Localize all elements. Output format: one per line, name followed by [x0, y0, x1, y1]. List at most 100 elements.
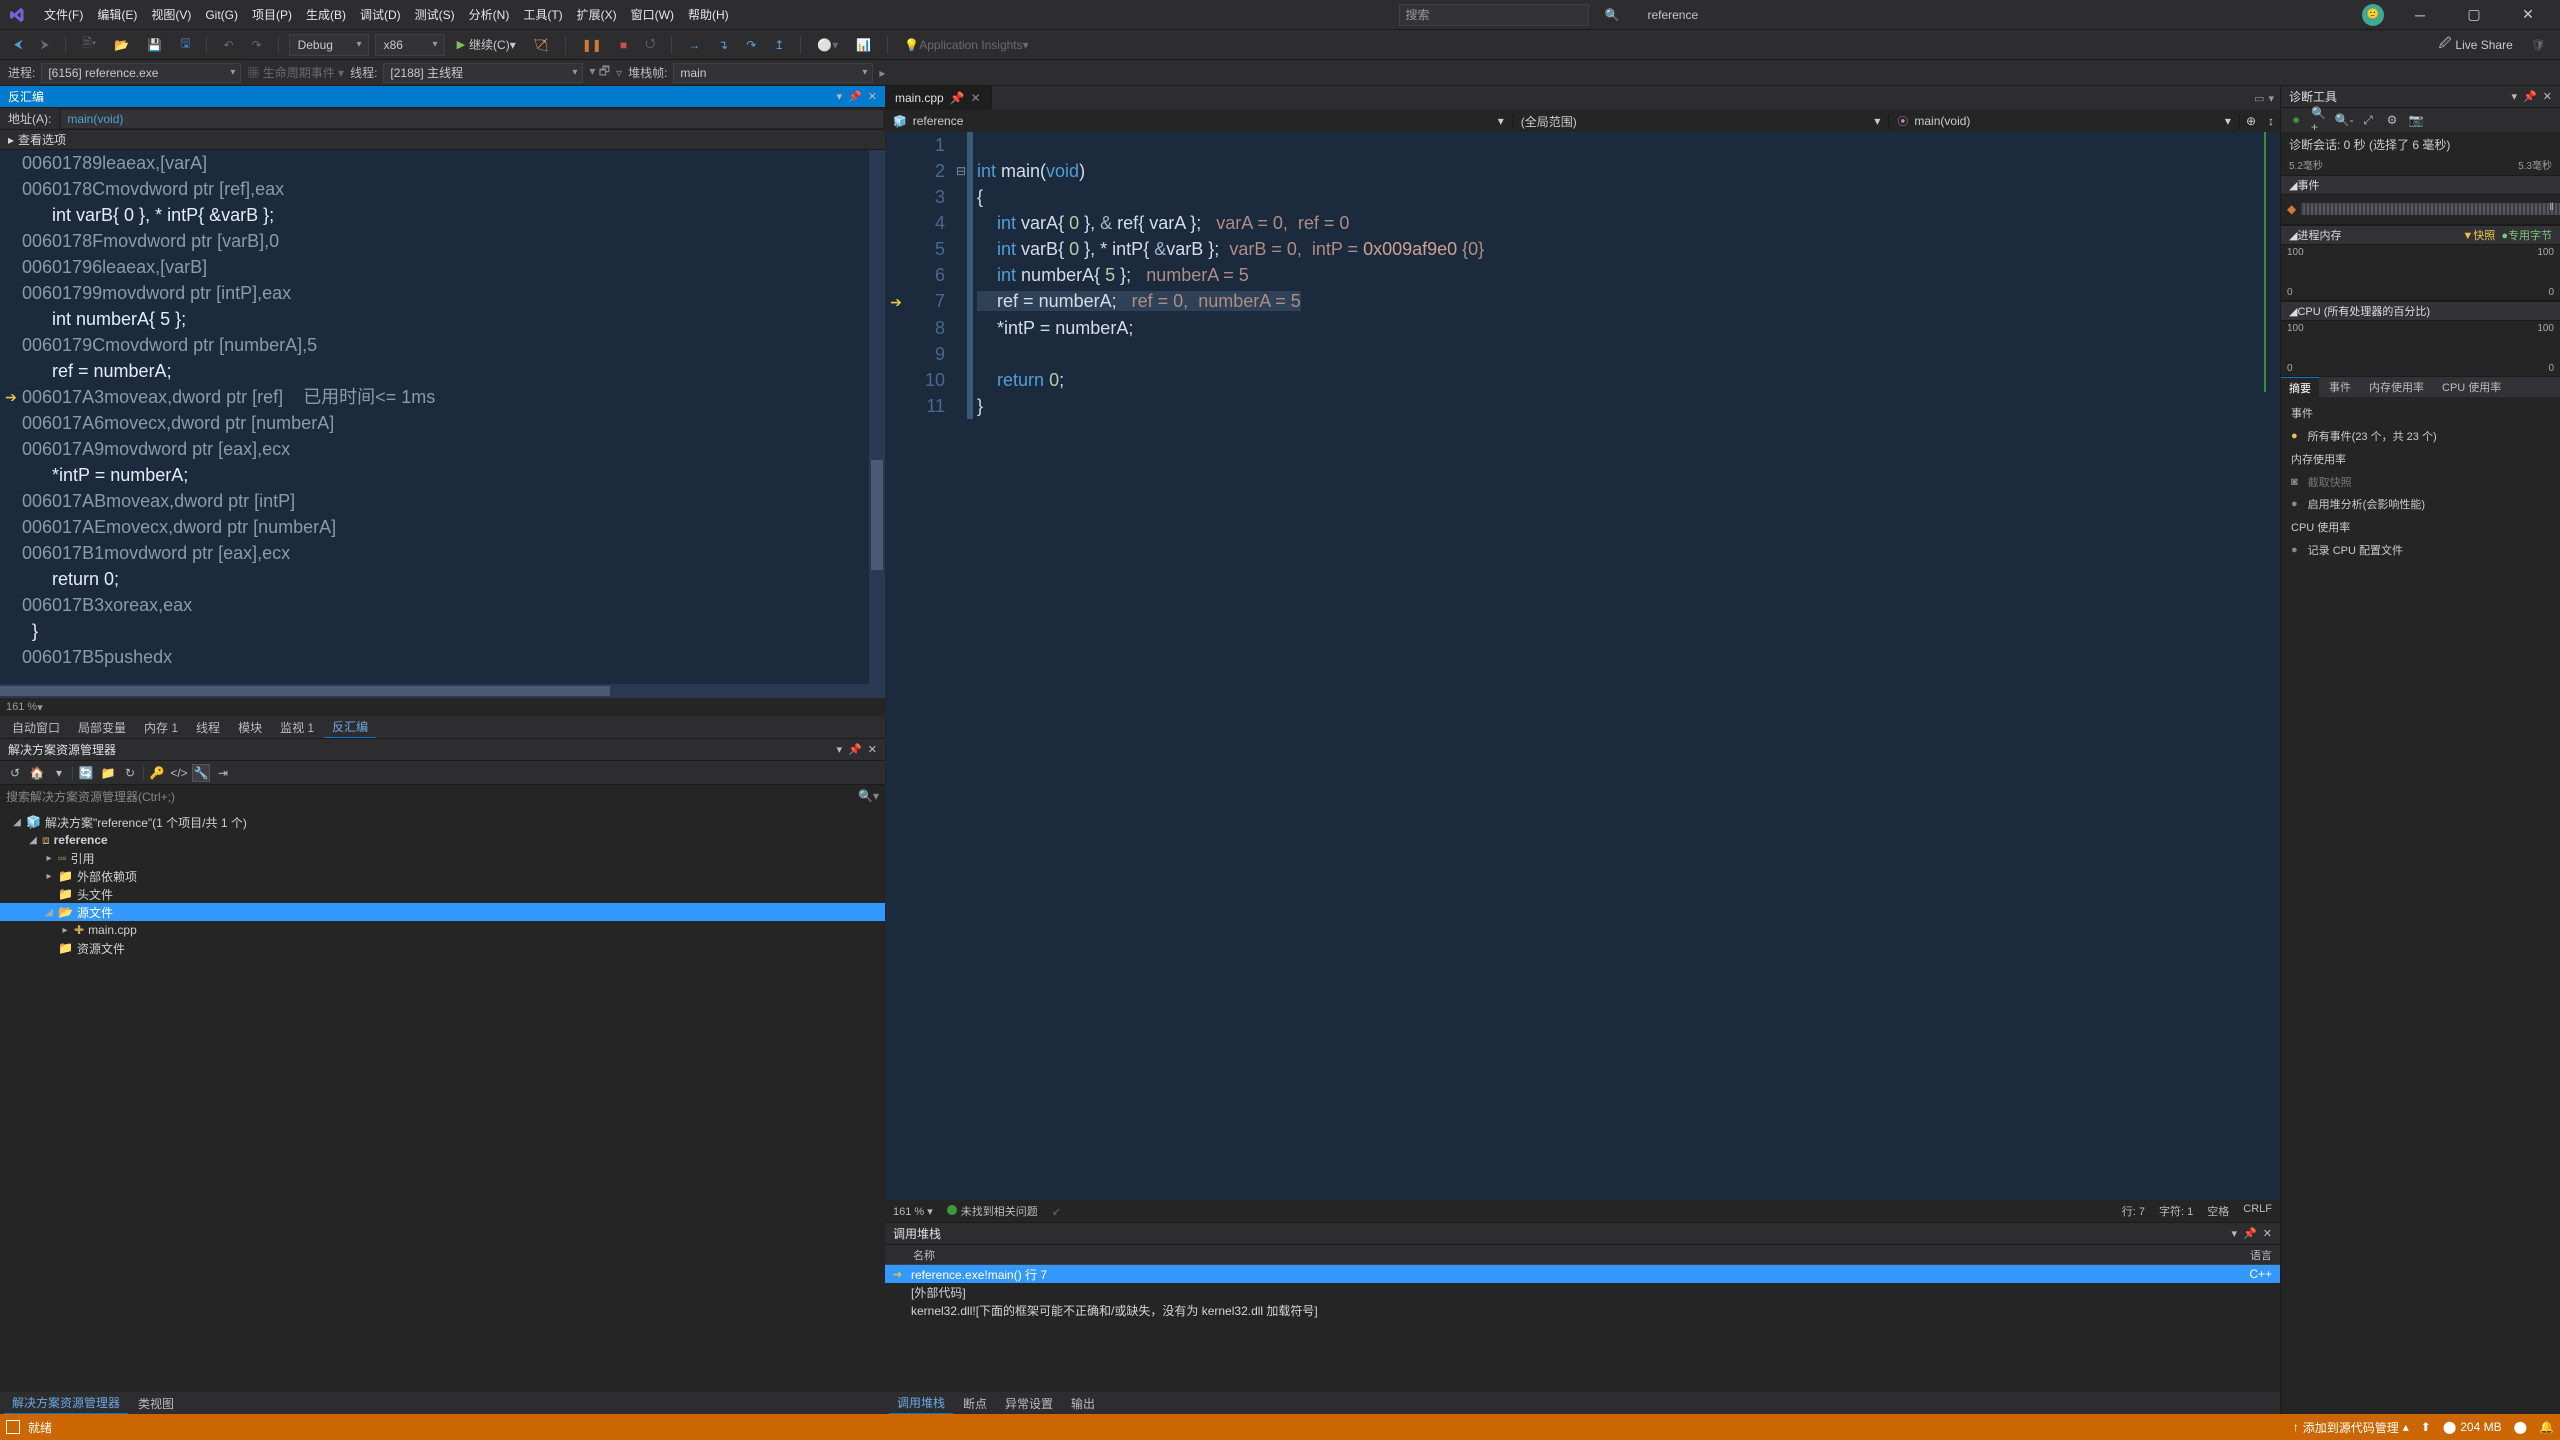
editor-line[interactable]: 行: 7: [2122, 1203, 2145, 1219]
menu-help[interactable]: 帮助(H): [682, 2, 735, 27]
tree-row[interactable]: ◢📂源文件: [0, 903, 885, 921]
cs-col-name[interactable]: 名称: [913, 1247, 2232, 1263]
redo-icon[interactable]: ↷: [246, 34, 268, 56]
nav-split-v-icon[interactable]: ↕: [2262, 114, 2280, 128]
sln-tree[interactable]: ◢🧊解决方案"reference"(1 个项目/共 1 个)◢⧈referenc…: [0, 807, 885, 1392]
view-options-row[interactable]: ▸查看选项: [0, 130, 885, 150]
code-line[interactable]: 4 int varA{ 0 }, & ref{ varA }; varA = 0…: [885, 210, 2280, 236]
cs-close-icon[interactable]: ✕: [2263, 1227, 2272, 1240]
code-line[interactable]: 3{: [885, 184, 2280, 210]
diag-cpu-header[interactable]: ◢ CPU (所有处理器的百分比): [2281, 301, 2560, 321]
code-editor[interactable]: 12⊟int main(void)3{4 int varA{ 0 }, & re…: [885, 132, 2280, 1200]
search-icon[interactable]: 🔍: [1599, 4, 1626, 26]
nav-fwd-icon[interactable]: ⮞: [35, 34, 56, 56]
thread-combo[interactable]: [2188] 主线程: [383, 63, 583, 83]
diag-zoomin-icon[interactable]: 🔍+: [2311, 111, 2329, 129]
disasm-line[interactable]: int numberA{ 5 };: [0, 306, 885, 332]
disasm-scrollbar-v[interactable]: [869, 150, 885, 698]
timeline-icon[interactable]: 📊: [850, 34, 877, 56]
btab-2[interactable]: 内存 1: [136, 717, 186, 738]
tab-main-cpp[interactable]: main.cpp📌✕: [885, 86, 992, 110]
callstack-title-bar[interactable]: 调用堆栈 ▾📌✕: [885, 1223, 2280, 1245]
callstack-body[interactable]: ➔reference.exe!main() 行 7C++[外部代码]kernel…: [885, 1265, 2280, 1392]
btab-4[interactable]: 模块: [230, 717, 270, 738]
diag-all-events[interactable]: 所有事件(23 个，共 23 个): [2281, 425, 2560, 447]
btab-6[interactable]: 反汇编: [324, 716, 376, 739]
code-line[interactable]: ➔7 ref = numberA; ref = 0, numberA = 5: [885, 288, 2280, 315]
sln-sync-icon[interactable]: 🔄: [77, 764, 95, 782]
diag-snap-icon[interactable]: 📷: [2407, 111, 2425, 129]
doc-well-dropdown-icon[interactable]: ▾: [2268, 92, 2274, 105]
disassembly-title-bar[interactable]: 反汇编 ▾📌✕: [0, 86, 885, 108]
admin-icon[interactable]: 🛡: [2525, 34, 2552, 56]
disasm-zoom[interactable]: 161 % ▾: [0, 698, 885, 716]
menu-git[interactable]: Git(G): [199, 4, 244, 26]
btab-1[interactable]: 局部变量: [70, 717, 134, 738]
diag-pin-icon[interactable]: 📌: [2523, 90, 2537, 103]
nav-member[interactable]: ⦿main(void)▾: [1889, 113, 2240, 129]
disasm-line[interactable]: 0060178F mov dword ptr [varB],0: [0, 228, 885, 254]
sln-code-icon[interactable]: </>: [170, 764, 188, 782]
diag-title-bar[interactable]: 诊断工具 ▾📌✕: [2281, 86, 2560, 108]
window-maximize-icon[interactable]: ▢: [2456, 3, 2492, 27]
diag-dropdown-icon[interactable]: ▾: [2512, 90, 2518, 103]
menu-window[interactable]: 窗口(W): [625, 2, 680, 27]
account-avatar[interactable]: 🙂: [2362, 4, 2384, 26]
hot-reload-icon[interactable]: ⚪▾: [811, 34, 844, 56]
sln-more-icon[interactable]: ⇥: [214, 764, 232, 782]
diag-tab-1[interactable]: 事件: [2321, 377, 2359, 397]
menu-test[interactable]: 测试(S): [409, 2, 461, 27]
editor-issues[interactable]: 未找到相关问题: [947, 1203, 1038, 1219]
sln-back-icon[interactable]: ↺: [6, 764, 24, 782]
code-line[interactable]: 2⊟int main(void): [885, 158, 2280, 184]
stop-icon[interactable]: ■: [614, 34, 633, 56]
lifecycle-events-button[interactable]: ▦ 生命周期事件 ▾: [247, 64, 344, 81]
cs-btab-2[interactable]: 异常设置: [997, 1393, 1061, 1414]
code-line[interactable]: 5 int varB{ 0 }, * intP{ &varB }; varB =…: [885, 236, 2280, 262]
disasm-line[interactable]: 006017B1 mov dword ptr [eax],ecx: [0, 540, 885, 566]
sln-refresh-icon[interactable]: ↻: [121, 764, 139, 782]
callstack-row[interactable]: [外部代码]: [885, 1283, 2280, 1301]
disasm-line[interactable]: *intP = numberA;: [0, 462, 885, 488]
disasm-line[interactable]: int varB{ 0 }, * intP{ &varB };: [0, 202, 885, 228]
disasm-line[interactable]: 006017B5 push edx: [0, 644, 885, 670]
callstack-row[interactable]: ➔reference.exe!main() 行 7C++: [885, 1265, 2280, 1283]
editor-char[interactable]: 字符: 1: [2159, 1203, 2193, 1219]
btab-5[interactable]: 监视 1: [272, 717, 322, 738]
tree-row[interactable]: ◢🧊解决方案"reference"(1 个项目/共 1 个): [0, 813, 885, 831]
disassembly-listing[interactable]: 00601789 lea eax,[varA]0060178C mov dwor…: [0, 150, 885, 698]
diag-close-icon[interactable]: ✕: [2543, 90, 2552, 103]
sln-pin-icon[interactable]: 📌: [848, 743, 862, 756]
tab-close-icon[interactable]: ✕: [971, 91, 981, 105]
diag-gear-icon[interactable]: ⚙: [2383, 111, 2401, 129]
diag-cpu-chart[interactable]: 10000100: [2281, 321, 2560, 377]
window-close-icon[interactable]: ✕: [2510, 3, 2546, 27]
cs-btab-3[interactable]: 输出: [1063, 1393, 1103, 1414]
menu-file[interactable]: 文件(F): [38, 2, 89, 27]
diag-mem-header[interactable]: ◢ 进程内存▼快照 ●专用字节: [2281, 225, 2560, 245]
tree-row[interactable]: ▸📁外部依赖项: [0, 867, 885, 885]
sln-wrench-icon[interactable]: 🔧: [192, 764, 210, 782]
show-next-stmt-icon[interactable]: →: [682, 34, 706, 56]
disasm-line[interactable]: 006017AB mov eax,dword ptr [intP]: [0, 488, 885, 514]
disasm-line[interactable]: 00601799 mov dword ptr [intP],eax: [0, 280, 885, 306]
sln-home-icon[interactable]: 🏠: [28, 764, 46, 782]
code-line[interactable]: 10 return 0;: [885, 367, 2280, 393]
diag-heap-button[interactable]: 启用堆分析(会影响性能): [2281, 493, 2560, 515]
code-line[interactable]: 11}: [885, 393, 2280, 419]
save-icon[interactable]: 💾: [141, 34, 168, 56]
tab-pin-icon[interactable]: 📌: [950, 91, 965, 105]
filter-icon[interactable]: ▾ 🗗: [589, 62, 610, 83]
stackframe-combo[interactable]: main: [673, 63, 873, 83]
menu-project[interactable]: 项目(P): [246, 2, 298, 27]
thread-filter-icon[interactable]: ▿: [616, 66, 622, 80]
disasm-line[interactable]: 006017AE mov ecx,dword ptr [numberA]: [0, 514, 885, 540]
cs-btab-1[interactable]: 断点: [955, 1393, 995, 1414]
restart-icon[interactable]: ⭯: [639, 34, 661, 56]
disasm-line[interactable]: 0060179C mov dword ptr [numberA],5: [0, 332, 885, 358]
doc-preview-icon[interactable]: ▭: [2254, 92, 2264, 105]
cs-pin-icon[interactable]: 📌: [2243, 1227, 2257, 1240]
nav-back-icon[interactable]: ⮜: [8, 34, 29, 56]
panel-pin-icon[interactable]: 📌: [848, 90, 862, 103]
tree-row[interactable]: 📁头文件: [0, 885, 885, 903]
